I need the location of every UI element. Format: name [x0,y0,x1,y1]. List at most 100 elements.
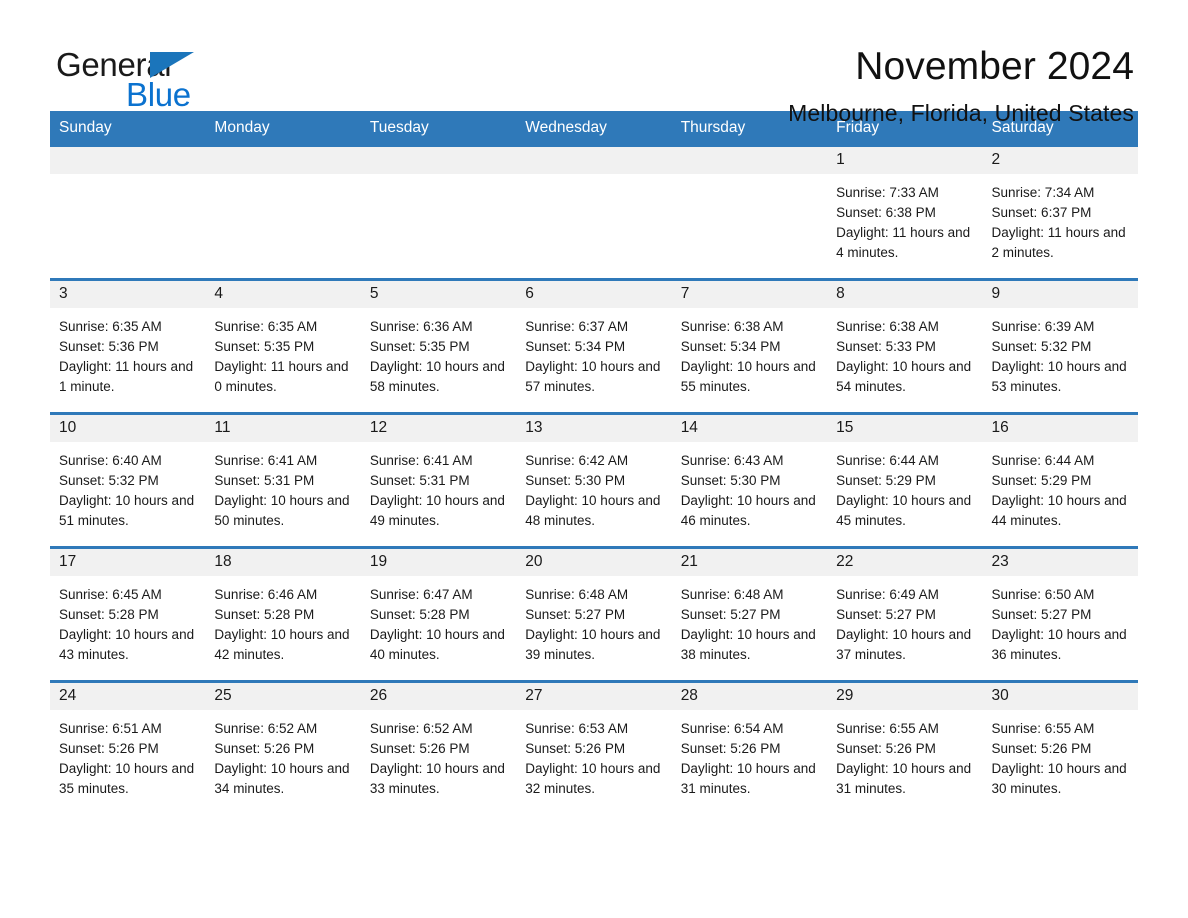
calendar-day-cell[interactable]: 24 Sunrise: 6:51 AM Sunset: 5:26 PM Dayligh… [50,679,206,814]
day-number [50,146,206,174]
day-cell-empty [205,146,361,278]
calendar-day-cell[interactable]: 8 Sunrise: 6:38 AM Sunset: 5:33 PM Daylight… [827,277,983,414]
calendar-day-cell[interactable]: 12 Sunrise: 6:41 AM Sunset: 5:31 PM Dayligh… [360,411,517,548]
day-info: Sunrise: 6:55 AM Sunset: 5:26 PM Daylight:… [983,710,1138,800]
day-info: Sunrise: 6:43 AM Sunset: 5:30 PM Daylight:… [672,442,827,532]
calendar-day-cell[interactable]: 10 Sunrise: 6:40 AM Sunset: 5:32 PM Dayligh… [50,411,206,548]
calendar-day-cell[interactable]: 15 Sunrise: 6:44 AM Sunset: 5:29 PM Dayligh… [827,411,983,548]
day-cell-content: 7 Sunrise: 6:38 AM Sunset: 5:34 PM Daylight… [671,280,828,412]
calendar-page: General Blue November 2024 Melbourne, Fl… [0,0,1188,918]
daylight-duration: Daylight: 10 hours and 42 minutes. [214,627,350,663]
calendar-day-cell[interactable]: 16 Sunrise: 6:44 AM Sunset: 5:29 PM Dayligh… [982,411,1138,548]
calendar-day-cell[interactable]: 26 Sunrise: 6:52 AM Sunset: 5:26 PM Dayligh… [360,679,517,814]
day-info: Sunrise: 6:46 AM Sunset: 5:28 PM Daylight:… [205,576,360,666]
day-number: 29 [827,682,983,710]
daylight-duration: Daylight: 11 hours and 0 minutes. [214,359,349,395]
day-number: 13 [516,414,672,442]
daylight-duration: Daylight: 10 hours and 38 minutes. [680,627,816,663]
day-cell-content: 10 Sunrise: 6:40 AM Sunset: 5:32 PM Dayligh… [50,414,206,546]
daylight-duration: Daylight: 10 hours and 36 minutes. [991,627,1127,663]
sunrise-time: Sunrise: 6:52 AM [214,720,318,736]
sunrise-time: Sunrise: 6:36 AM [369,318,473,334]
day-number: 11 [205,414,361,442]
calendar-day-cell[interactable]: 2 Sunrise: 7:34 AM Sunset: 6:37 PM Daylight… [982,146,1138,280]
sunrise-time: Sunrise: 6:55 AM [836,720,939,736]
calendar-week-row: 24 Sunrise: 6:51 AM Sunset: 5:26 PM Dayligh… [50,679,1138,814]
calendar-day-cell[interactable]: 20 Sunrise: 6:48 AM Sunset: 5:27 PM Dayligh… [516,545,672,682]
sunset-time: Sunset: 5:27 PM [836,606,936,622]
sunset-time: Sunset: 5:36 PM [59,338,159,354]
calendar-day-cell[interactable]: 25 Sunrise: 6:52 AM Sunset: 5:26 PM Dayligh… [205,679,361,814]
day-number: 7 [671,280,828,308]
calendar-day-cell[interactable]: 18 Sunrise: 6:46 AM Sunset: 5:28 PM Dayligh… [205,545,361,682]
day-info: Sunrise: 6:52 AM Sunset: 5:26 PM Daylight:… [361,710,516,800]
calendar-day-cell[interactable]: 19 Sunrise: 6:47 AM Sunset: 5:28 PM Dayligh… [360,545,517,682]
day-cell-content: 11 Sunrise: 6:41 AM Sunset: 5:31 PM Dayligh… [205,414,361,546]
calendar-day-cell[interactable]: 4 Sunrise: 6:35 AM Sunset: 5:35 PM Daylight… [205,277,361,414]
day-number: 30 [982,682,1138,710]
day-number: 14 [671,414,828,442]
calendar-day-cell[interactable]: 5 Sunrise: 6:36 AM Sunset: 5:35 PM Daylight… [360,277,517,414]
calendar-day-cell[interactable] [516,146,672,280]
day-number: 12 [360,414,517,442]
sunset-time: Sunset: 5:29 PM [991,472,1092,488]
sunrise-time: Sunrise: 6:43 AM [680,452,784,468]
calendar-day-cell[interactable]: 27 Sunrise: 6:53 AM Sunset: 5:26 PM Dayligh… [516,679,672,814]
day-number: 28 [671,682,828,710]
day-cell-content: 5 Sunrise: 6:36 AM Sunset: 5:35 PM Daylight… [360,280,517,412]
day-info: Sunrise: 6:40 AM Sunset: 5:32 PM Daylight:… [50,442,205,532]
calendar-day-cell[interactable] [360,146,517,280]
calendar-day-cell[interactable] [671,146,828,280]
calendar-day-cell[interactable]: 3 Sunrise: 6:35 AM Sunset: 5:36 PM Daylight… [50,277,206,414]
calendar-day-cell[interactable]: 28 Sunrise: 6:54 AM Sunset: 5:26 PM Dayligh… [671,679,828,814]
sunset-time: Sunset: 6:37 PM [991,204,1092,220]
calendar-day-cell[interactable]: 9 Sunrise: 6:39 AM Sunset: 5:32 PM Daylight… [982,277,1138,414]
sunset-time: Sunset: 5:28 PM [59,606,159,622]
calendar-day-cell[interactable] [50,146,206,280]
day-cell-content: 20 Sunrise: 6:48 AM Sunset: 5:27 PM Dayligh… [516,548,672,680]
day-cell-content: 16 Sunrise: 6:44 AM Sunset: 5:29 PM Dayligh… [982,414,1138,546]
calendar-day-cell[interactable]: 11 Sunrise: 6:41 AM Sunset: 5:31 PM Dayligh… [205,411,361,548]
day-info: Sunrise: 6:51 AM Sunset: 5:26 PM Daylight:… [50,710,205,800]
calendar-week-row: 3 Sunrise: 6:35 AM Sunset: 5:36 PM Daylight… [50,277,1138,414]
day-number: 5 [360,280,517,308]
day-info: Sunrise: 7:33 AM Sunset: 6:38 PM Daylight:… [827,174,982,264]
day-cell-empty [50,146,206,278]
day-cell-content: 13 Sunrise: 6:42 AM Sunset: 5:30 PM Dayligh… [516,414,672,546]
calendar-day-cell[interactable] [205,146,361,280]
calendar-day-cell[interactable]: 7 Sunrise: 6:38 AM Sunset: 5:34 PM Daylight… [671,277,828,414]
calendar-day-cell[interactable]: 23 Sunrise: 6:50 AM Sunset: 5:27 PM Dayligh… [982,545,1138,682]
sunset-time: Sunset: 5:29 PM [836,472,936,488]
sunset-time: Sunset: 5:34 PM [680,338,781,354]
day-cell-content: 28 Sunrise: 6:54 AM Sunset: 5:26 PM Dayligh… [671,682,828,814]
calendar-week-row: 17 Sunrise: 6:45 AM Sunset: 5:28 PM Dayligh… [50,545,1138,682]
day-info: Sunrise: 6:41 AM Sunset: 5:31 PM Daylight:… [205,442,360,532]
day-cell-content: 27 Sunrise: 6:53 AM Sunset: 5:26 PM Dayligh… [516,682,672,814]
calendar-day-cell[interactable]: 17 Sunrise: 6:45 AM Sunset: 5:28 PM Dayligh… [50,545,206,682]
calendar-day-cell[interactable]: 6 Sunrise: 6:37 AM Sunset: 5:34 PM Daylight… [516,277,672,414]
calendar-day-cell[interactable]: 30 Sunrise: 6:55 AM Sunset: 5:26 PM Dayligh… [982,679,1138,814]
calendar-day-cell[interactable]: 13 Sunrise: 6:42 AM Sunset: 5:30 PM Dayligh… [516,411,672,548]
day-cell-empty [360,146,517,278]
sunset-time: Sunset: 5:26 PM [836,740,936,756]
sunset-time: Sunset: 6:38 PM [836,204,936,220]
day-cell-content: 4 Sunrise: 6:35 AM Sunset: 5:35 PM Daylight… [205,280,361,412]
calendar-day-cell[interactable]: 14 Sunrise: 6:43 AM Sunset: 5:30 PM Dayligh… [671,411,828,548]
calendar-day-cell[interactable]: 1 Sunrise: 7:33 AM Sunset: 6:38 PM Daylight… [827,146,983,280]
daylight-duration: Daylight: 10 hours and 58 minutes. [369,359,505,395]
sunset-time: Sunset: 5:26 PM [525,740,626,756]
day-number: 3 [50,280,206,308]
day-number: 9 [982,280,1138,308]
day-info: Sunrise: 6:36 AM Sunset: 5:35 PM Daylight:… [361,308,516,398]
day-number: 20 [516,548,672,576]
sunset-time: Sunset: 5:28 PM [214,606,315,622]
sunrise-time: Sunrise: 7:33 AM [836,184,939,200]
calendar-day-cell[interactable]: 21 Sunrise: 6:48 AM Sunset: 5:27 PM Dayligh… [671,545,828,682]
daylight-duration: Daylight: 11 hours and 1 minute. [59,359,194,395]
sunrise-time: Sunrise: 6:37 AM [525,318,629,334]
day-number: 4 [205,280,361,308]
general-blue-logo[interactable]: General Blue [50,46,250,114]
calendar-day-cell[interactable]: 22 Sunrise: 6:49 AM Sunset: 5:27 PM Dayligh… [827,545,983,682]
day-number: 6 [516,280,672,308]
calendar-day-cell[interactable]: 29 Sunrise: 6:55 AM Sunset: 5:26 PM Dayligh… [827,679,983,814]
